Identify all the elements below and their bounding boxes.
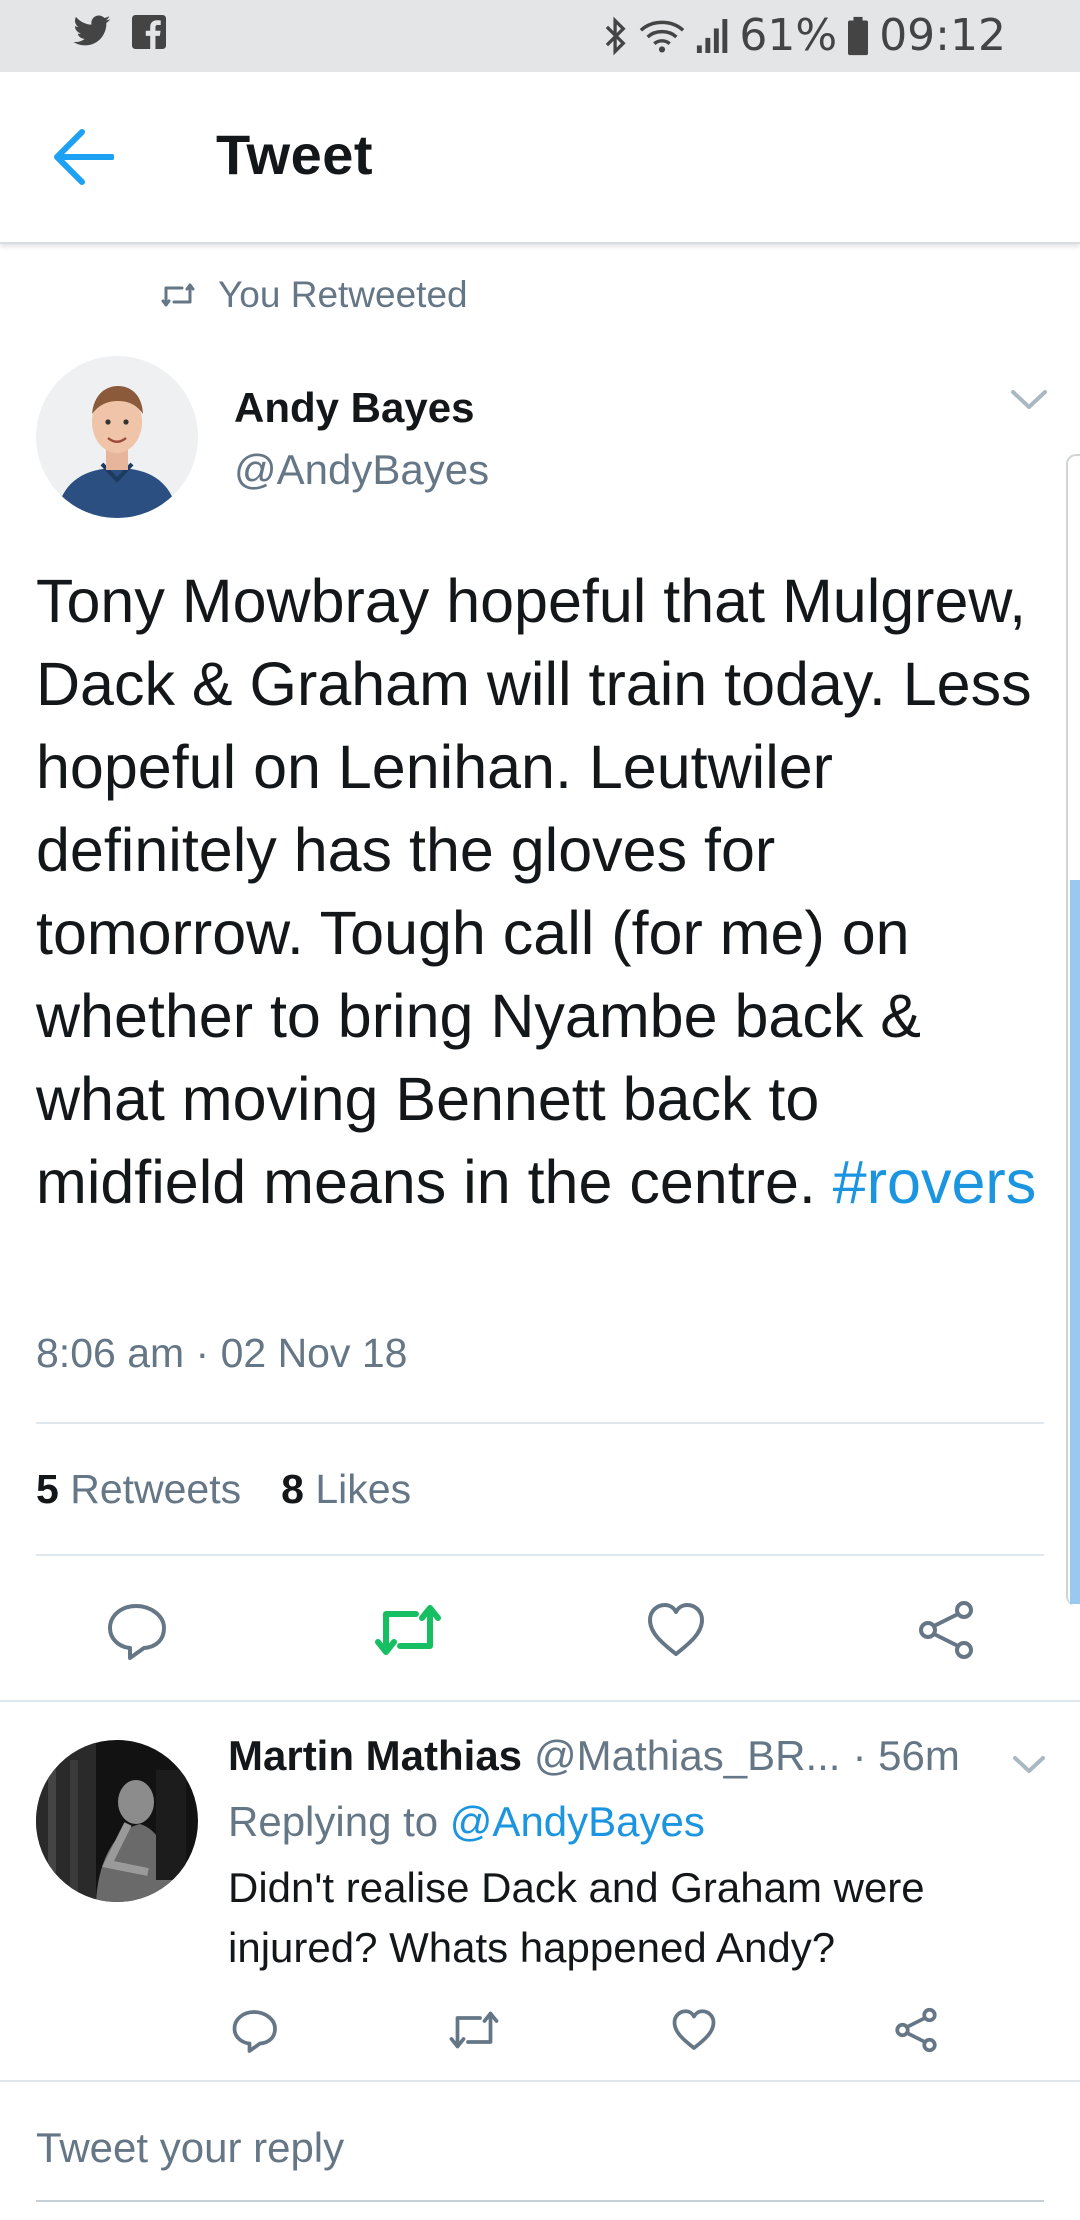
twitter-icon	[73, 15, 111, 46]
heart-icon	[672, 2009, 716, 2050]
replying-to-mention[interactable]: @AndyBayes	[450, 1798, 705, 1845]
battery-icon	[848, 16, 869, 56]
reply-reply-button[interactable]	[230, 2006, 278, 2054]
retweeted-label: You Retweeted	[160, 274, 468, 316]
likes-stat[interactable]: 8 Likes	[281, 1466, 411, 1513]
reply-icon	[232, 2010, 277, 2053]
likes-label: Likes	[315, 1466, 412, 1512]
reply-avatar[interactable]	[36, 1740, 198, 1902]
reply-author-photo	[36, 1740, 198, 1902]
chevron-down-icon	[1013, 1756, 1045, 1773]
reply-button[interactable]	[104, 1598, 168, 1662]
share-icon	[919, 1601, 973, 1659]
retweets-stat[interactable]: 5 Retweets	[36, 1466, 241, 1513]
signal-icon	[697, 19, 728, 53]
divider	[36, 1554, 1044, 1556]
likes-count: 8	[281, 1466, 304, 1512]
tweet-timestamp: 8:06 am · 02 Nov 18	[36, 1330, 408, 1376]
reply-time: · 56m	[852, 1732, 960, 1779]
app-header	[0, 72, 1080, 244]
tweet-stats: 5 Retweets 8 Likes	[36, 1466, 411, 1513]
like-button[interactable]	[644, 1598, 708, 1662]
page-title: Tweet	[216, 123, 374, 186]
tweet-body: Tony Mowbray hopeful that Mulgrew, Dack …	[36, 560, 1046, 1224]
tweet-text: Tony Mowbray hopeful that Mulgrew, Dack …	[36, 567, 1032, 1216]
reply-menu-button[interactable]	[1012, 1752, 1046, 1778]
facebook-icon	[132, 15, 166, 49]
bluetooth-icon	[606, 16, 626, 56]
reply-author-handle[interactable]: @Mathias_BR...	[534, 1732, 840, 1780]
replying-to: Replying to @AndyBayes	[228, 1798, 705, 1846]
share-icon	[895, 2007, 937, 2053]
status-bar-left	[72, 14, 166, 50]
reply-author-name[interactable]: Martin Mathias	[228, 1732, 522, 1780]
hashtag-link[interactable]: #rovers	[833, 1148, 1036, 1216]
tweet-menu-button[interactable]	[1010, 386, 1048, 414]
author-photo	[36, 356, 198, 518]
retweet-icon	[375, 1605, 441, 1655]
reply-retweet-button[interactable]	[446, 2006, 502, 2054]
author-handle[interactable]: @AndyBayes	[234, 446, 489, 494]
share-button[interactable]	[914, 1598, 978, 1662]
reply-composer-input[interactable]: Tweet your reply	[36, 2124, 344, 2172]
retweeted-text: You Retweeted	[218, 274, 468, 315]
reply-icon	[108, 1604, 166, 1660]
back-button[interactable]	[52, 128, 132, 188]
replying-prefix: Replying to	[228, 1798, 439, 1845]
clock: 09:12	[879, 10, 1006, 61]
retweet-button[interactable]	[372, 1598, 441, 1662]
divider	[0, 1700, 1080, 1702]
reply-text: Didn't realise Dack and Graham were inju…	[228, 1864, 925, 1971]
battery-percent: 61%	[739, 10, 838, 61]
wifi-icon	[640, 20, 685, 53]
retweets-count: 5	[36, 1466, 59, 1512]
divider	[36, 1422, 1044, 1424]
author-name[interactable]: Andy Bayes	[234, 384, 474, 432]
scrollbar-thumb[interactable]	[1070, 880, 1080, 1604]
reply-like-button[interactable]	[670, 2006, 718, 2054]
avatar[interactable]	[36, 356, 198, 518]
status-bar-right: 61% 09:12	[603, 8, 1006, 64]
divider	[0, 2080, 1080, 2082]
retweet-icon	[449, 2011, 499, 2049]
reply-header: Martin Mathias @Mathias_BR... · 56m	[228, 1732, 960, 1780]
composer-underline	[36, 2200, 1044, 2202]
arrow-left-icon	[54, 129, 115, 185]
reply-share-button[interactable]	[892, 2006, 940, 2054]
chevron-down-icon	[1011, 390, 1047, 409]
heart-icon	[648, 1603, 704, 1656]
retweet-icon	[161, 283, 195, 307]
retweets-label: Retweets	[70, 1466, 242, 1512]
